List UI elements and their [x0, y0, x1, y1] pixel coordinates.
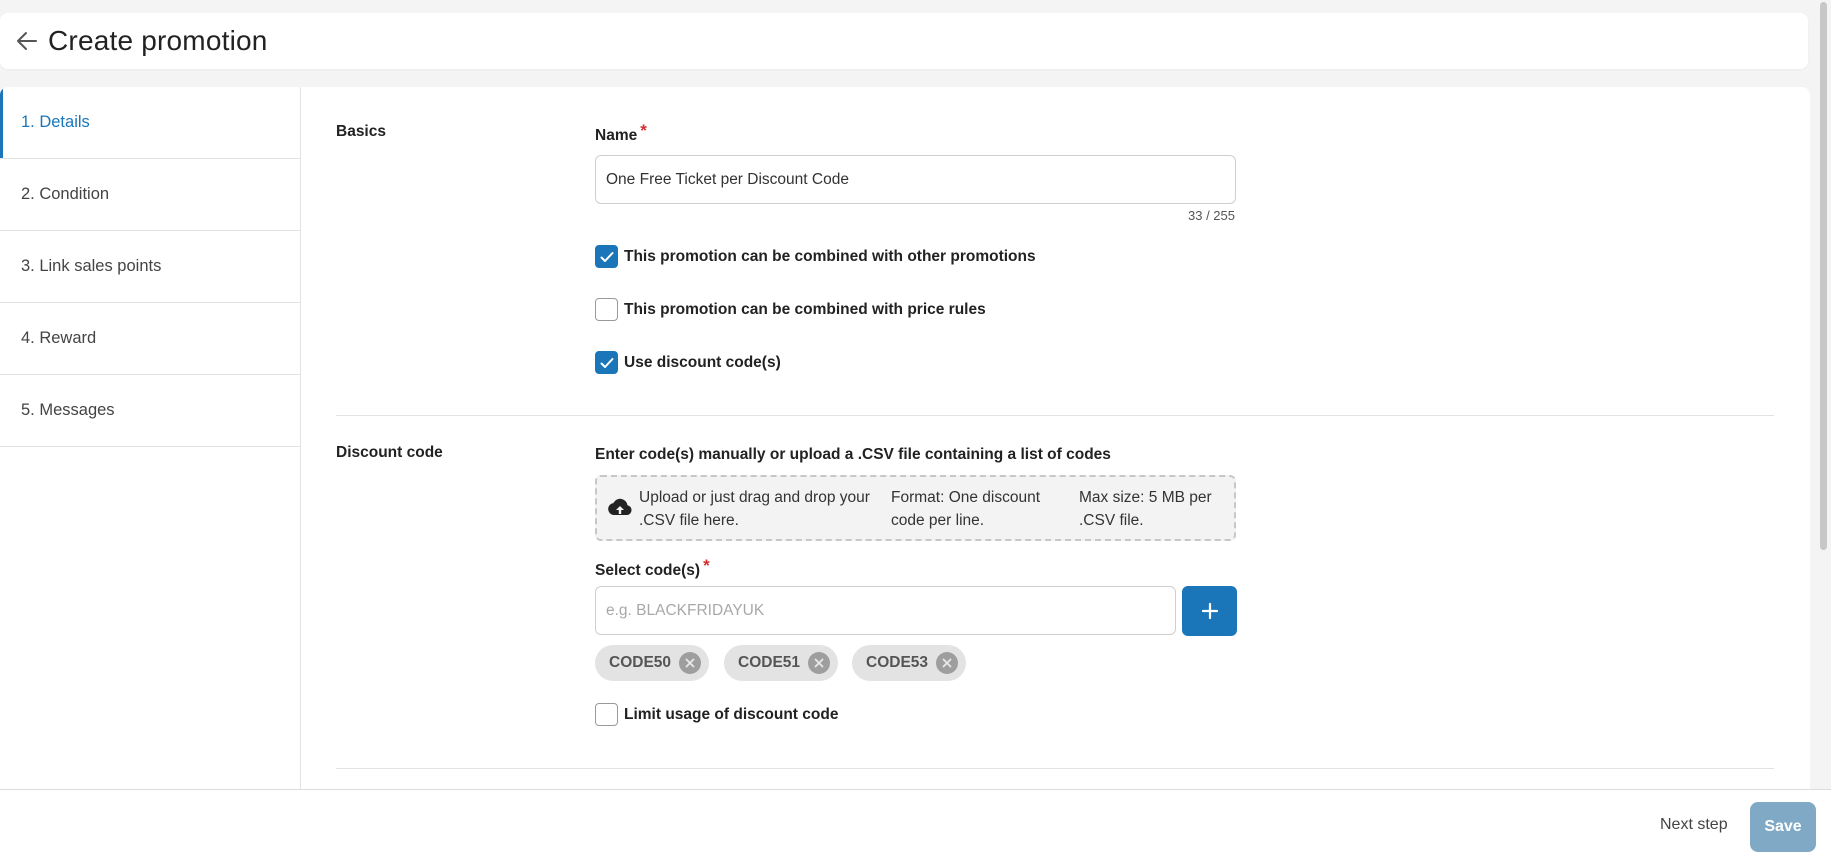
- code-input-placeholder: e.g. BLACKFRIDAYUK: [606, 601, 765, 619]
- checkmark-icon: [600, 357, 613, 368]
- upload-instruction-line: .CSV file here.: [639, 512, 739, 529]
- step-details[interactable]: 1. Details: [0, 87, 300, 159]
- code-chip: CODE53: [852, 645, 967, 681]
- code-chip-label: CODE53: [866, 654, 929, 671]
- form-card: 1. Details 2. Condition 3. Link sales po…: [0, 87, 1810, 790]
- remove-code-icon[interactable]: [808, 652, 831, 674]
- name-char-counter: 33 / 255: [1188, 208, 1235, 223]
- next-step-button[interactable]: Next step: [1660, 816, 1728, 834]
- page-header: Create promotion: [0, 13, 1808, 69]
- required-mark: *: [640, 121, 647, 140]
- step-messages[interactable]: 5. Messages: [0, 375, 300, 447]
- combine-promotions-label: This promotion can be combined with othe…: [624, 247, 1036, 265]
- code-input[interactable]: e.g. BLACKFRIDAYUK: [595, 586, 1176, 635]
- upload-size-line: .CSV file.: [1079, 512, 1144, 529]
- steps-sidebar: 1. Details 2. Condition 3. Link sales po…: [0, 87, 301, 790]
- upload-instruction-line: Upload or just drag and drop your: [639, 489, 870, 506]
- combine-promotions-option[interactable]: This promotion can be combined with othe…: [595, 245, 1036, 268]
- remove-code-icon[interactable]: [936, 652, 959, 674]
- name-input[interactable]: One Free Ticket per Discount Code: [595, 155, 1236, 204]
- upload-size-line: Max size: 5 MB per: [1079, 489, 1212, 506]
- combine-price-rules-label: This promotion can be combined with pric…: [624, 300, 986, 318]
- arrow-left-icon[interactable]: [14, 28, 40, 54]
- scrollbar-thumb[interactable]: [1820, 2, 1827, 550]
- discount-section-label: Discount code: [336, 444, 443, 461]
- step-label: 1. Details: [21, 113, 90, 131]
- select-codes-label: Select code(s) *: [595, 556, 710, 580]
- upload-format-line: code per line.: [891, 512, 985, 529]
- step-label: 4. Reward: [21, 329, 97, 347]
- step-label: 3. Link sales points: [21, 257, 162, 275]
- combine-price-rules-checkbox[interactable]: [595, 298, 618, 321]
- step-link-sales-points[interactable]: 3. Link sales points: [0, 231, 300, 303]
- code-chip: CODE50: [595, 645, 710, 681]
- use-discount-codes-label: Use discount code(s): [624, 353, 781, 371]
- limit-usage-label: Limit usage of discount code: [624, 705, 839, 723]
- step-reward[interactable]: 4. Reward: [0, 303, 300, 375]
- combine-price-rules-option[interactable]: This promotion can be combined with pric…: [595, 298, 986, 321]
- name-label-text: Name: [595, 127, 638, 144]
- combine-promotions-checkbox[interactable]: [595, 245, 618, 268]
- footer-bar: Next step Save: [0, 789, 1831, 862]
- section-divider: [336, 768, 1774, 769]
- step-label: 2. Condition: [21, 185, 110, 203]
- section-divider: [336, 415, 1774, 416]
- name-input-value: One Free Ticket per Discount Code: [606, 170, 849, 188]
- required-mark: *: [703, 556, 710, 575]
- upload-instructions: Upload or just drag and drop your .CSV f…: [639, 486, 870, 532]
- limit-usage-option[interactable]: Limit usage of discount code: [595, 703, 838, 726]
- checkmark-icon: [600, 251, 613, 262]
- upload-format-line: Format: One discount: [891, 489, 1041, 506]
- use-discount-codes-checkbox[interactable]: [595, 351, 618, 374]
- page-scrollbar[interactable]: [1816, 0, 1831, 789]
- step-condition[interactable]: 2. Condition: [0, 159, 300, 231]
- save-button[interactable]: Save: [1750, 802, 1816, 852]
- code-chip-label: CODE51: [738, 654, 801, 671]
- remove-code-icon[interactable]: [679, 652, 702, 674]
- upload-heading: Enter code(s) manually or upload a .CSV …: [595, 446, 1111, 463]
- upload-size-note: Max size: 5 MB per .CSV file.: [1079, 486, 1212, 532]
- cloud-upload-icon: [607, 495, 633, 521]
- limit-usage-checkbox[interactable]: [595, 703, 618, 726]
- code-chip-label: CODE50: [609, 654, 672, 671]
- plus-icon: [1201, 602, 1218, 620]
- use-discount-codes-option[interactable]: Use discount code(s): [595, 351, 781, 374]
- page-title: Create promotion: [48, 25, 268, 56]
- csv-upload-dropzone[interactable]: Upload or just drag and drop your .CSV f…: [595, 475, 1236, 541]
- select-codes-label-text: Select code(s): [595, 562, 701, 579]
- add-code-button[interactable]: [1182, 586, 1237, 636]
- step-label: 5. Messages: [21, 401, 115, 419]
- code-chip: CODE51: [724, 645, 839, 681]
- name-label: Name *: [595, 121, 647, 145]
- upload-format-note: Format: One discount code per line.: [891, 486, 1040, 532]
- basics-section-label: Basics: [336, 123, 386, 140]
